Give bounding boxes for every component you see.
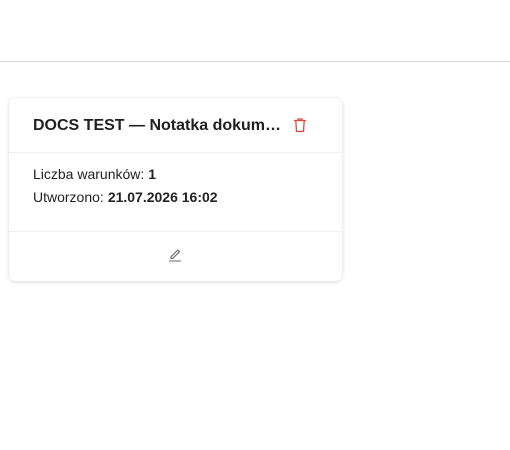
pencil-icon (168, 249, 182, 262)
created-label: Utworzono: (33, 189, 104, 205)
delete-button[interactable] (291, 116, 309, 134)
conditions-value: 1 (148, 166, 157, 182)
top-header-bar (0, 0, 510, 62)
created-row: Utworzono: 21.07.2026 16:02 (33, 188, 218, 206)
conditions-label: Liczba warunków: (33, 166, 145, 182)
card-footer (9, 232, 342, 281)
created-value: 21.07.2026 16:02 (107, 189, 218, 205)
card-header: DOCS TEST — Notatka dokumentacyjna (9, 98, 342, 153)
note-card: DOCS TEST — Notatka dokumentacyjna Liczb… (9, 98, 342, 281)
conditions-row: Liczba warunków: 1 (33, 165, 156, 183)
card-body: Liczba warunków: 1 Utworzono: 21.07.2026 1… (9, 153, 342, 232)
card-title: DOCS TEST — Notatka dokumentacyjna (33, 117, 283, 134)
trash-icon (293, 118, 307, 133)
edit-button[interactable] (167, 247, 183, 263)
